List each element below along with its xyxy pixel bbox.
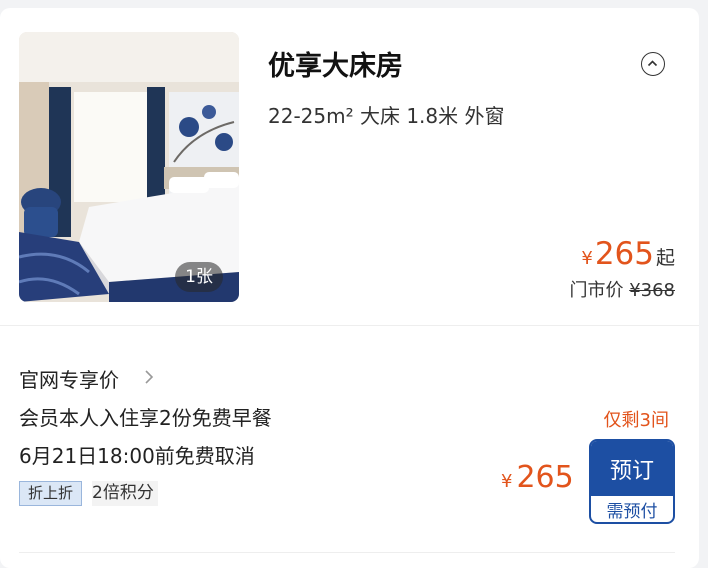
photo-count-badge: 1张 — [175, 262, 223, 292]
chevron-up-circle-icon — [647, 60, 658, 67]
plan-price-currency: ¥ — [501, 471, 513, 492]
room-starting-price: ¥265 起 — [581, 236, 675, 272]
market-price-value: ¥368 — [629, 280, 675, 301]
room-photo[interactable]: 1张 — [19, 32, 239, 302]
cancellation-policy: 6月21日18:00前免费取消 — [19, 444, 255, 468]
section-divider — [0, 325, 699, 326]
rooms-left-notice: 仅剩3间 — [603, 410, 669, 431]
price-amount: 265 — [594, 236, 654, 272]
chevron-right-icon[interactable] — [144, 369, 154, 385]
book-button-label: 预订 — [591, 441, 673, 496]
prepay-label: 需预付 — [606, 501, 658, 522]
price-currency: ¥ — [581, 248, 593, 269]
discount-badge: 折上折 — [19, 481, 83, 506]
plan-price-amount: 265 — [516, 460, 574, 495]
market-price: 门市价 ¥368 — [569, 276, 675, 302]
room-card: 1张 优享大床房 22-25m² 大床 1.8米 外窗 ¥265 起 门市价 ¥3… — [0, 8, 699, 568]
rate-plan-benefit: 会员本人入住享2份免费早餐 — [19, 406, 272, 430]
room-specs: 22-25m² 大床 1.8米 外窗 — [268, 104, 505, 128]
collapse-toggle-button[interactable] — [641, 52, 665, 76]
market-price-label: 门市价 — [569, 280, 624, 301]
rate-plan-price: ¥265 — [501, 460, 574, 495]
book-button[interactable]: 预订 需预付 — [589, 439, 675, 524]
rate-plan-name[interactable]: 官网专享价 — [19, 364, 119, 393]
room-title: 优享大床房 — [268, 51, 403, 82]
points-badge: 2倍积分 — [92, 481, 158, 506]
bottom-divider — [19, 552, 675, 553]
price-suffix: 起 — [655, 247, 675, 269]
